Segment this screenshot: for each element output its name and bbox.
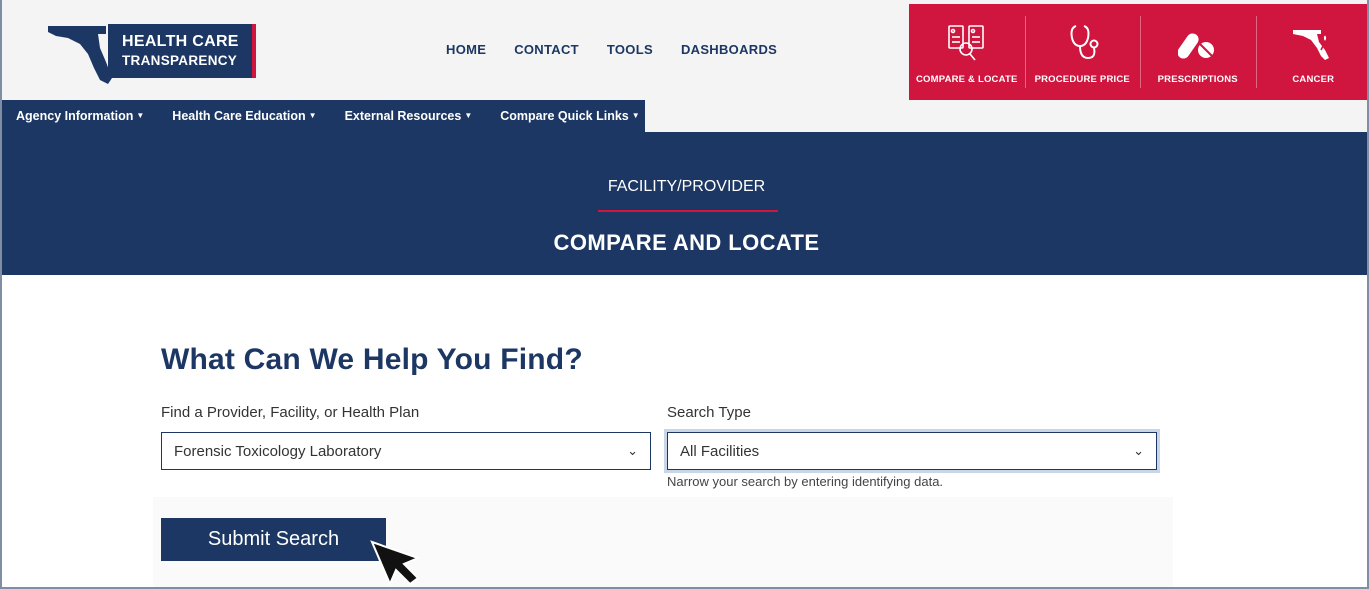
top-nav: HOME CONTACT TOOLS DASHBOARDS [432, 42, 791, 57]
logo-badge: HEALTH CARE TRANSPARENCY [108, 24, 256, 78]
tool-cancer[interactable]: CANCER [1255, 4, 1368, 100]
florida-map-icon [48, 26, 112, 84]
compare-locate-icon [947, 25, 984, 61]
subnav-external-resources[interactable]: External Resources ▼ [331, 109, 487, 123]
subnav-label: Health Care Education [172, 109, 306, 123]
provider-select[interactable]: Forensic Toxicology Laboratory ⌄ [161, 432, 651, 470]
page-title: COMPARE AND LOCATE [553, 230, 820, 255]
tool-prescriptions-label: PRESCRIPTIONS [1157, 74, 1238, 85]
nav-home[interactable]: HOME [432, 42, 500, 57]
nav-dashboards[interactable]: DASHBOARDS [667, 42, 791, 57]
tool-procedure-price-label: PROCEDURE PRICE [1034, 74, 1130, 85]
search-type-label: Search Type [667, 404, 751, 421]
caret-down-icon: ▼ [308, 111, 317, 120]
provider-select-value: Forensic Toxicology Laboratory [174, 442, 382, 460]
stethoscope-icon [1070, 25, 1099, 60]
logo-line-2: TRANSPARENCY [122, 53, 238, 68]
site-header: HEALTH CARE TRANSPARENCY HOME CONTACT TO… [2, 0, 1368, 100]
tool-compare-locate-label: COMPARE & LOCATE [915, 74, 1018, 85]
caret-down-icon: ▼ [464, 111, 473, 120]
tool-procedure-price[interactable]: PROCEDURE PRICE [1024, 4, 1141, 100]
subnav-label: Agency Information [16, 109, 134, 123]
chevron-down-icon: ⌄ [1133, 443, 1144, 458]
subnav-agency-information[interactable]: Agency Information ▼ [2, 109, 158, 123]
tool-prescriptions[interactable]: PRESCRIPTIONS [1140, 4, 1256, 100]
tool-compare-locate[interactable]: COMPARE & LOCATE [909, 4, 1025, 100]
search-heading: What Can We Help You Find? [161, 343, 583, 376]
nav-contact[interactable]: CONTACT [500, 42, 593, 57]
tool-shortcuts: COMPARE & LOCATE PROCEDURE PRICE PRESCRI… [909, 4, 1368, 100]
page-hero: FACILITY/PROVIDER COMPARE AND LOCATE [2, 132, 1367, 275]
browser-frame: HEALTH CARE TRANSPARENCY HOME CONTACT TO… [0, 0, 1369, 589]
hero-divider [598, 210, 778, 212]
search-type-value: All Facilities [680, 442, 760, 460]
chevron-down-icon: ⌄ [627, 443, 638, 458]
cancer-ribbon-icon [1293, 30, 1330, 60]
mouse-cursor-icon [370, 540, 421, 587]
search-section: What Can We Help You Find? Find a Provid… [2, 275, 1367, 587]
subnav-label: Compare Quick Links [500, 109, 629, 123]
provider-field-label: Find a Provider, Facility, or Health Pla… [161, 404, 420, 421]
secondary-nav: Agency Information ▼ Health Care Educatio… [2, 100, 645, 132]
search-type-select[interactable]: All Facilities ⌄ [667, 432, 1157, 470]
caret-down-icon: ▼ [631, 111, 640, 120]
subnav-label: External Resources [344, 109, 462, 123]
tool-cancer-label: CANCER [1292, 74, 1335, 85]
pills-icon [1177, 33, 1214, 59]
logo-line-1: HEALTH CARE [122, 33, 239, 50]
search-help-text: Narrow your search by entering identifyi… [667, 474, 944, 489]
subnav-spacer [645, 100, 1367, 132]
hero-eyebrow: FACILITY/PROVIDER [607, 178, 766, 195]
submit-search-button[interactable]: Submit Search [161, 518, 386, 561]
subnav-health-care-education[interactable]: Health Care Education ▼ [158, 109, 330, 123]
nav-tools[interactable]: TOOLS [593, 42, 667, 57]
caret-down-icon: ▼ [136, 111, 145, 120]
site-logo[interactable]: HEALTH CARE TRANSPARENCY [46, 22, 258, 86]
subnav-compare-quick-links[interactable]: Compare Quick Links ▼ [486, 109, 653, 123]
